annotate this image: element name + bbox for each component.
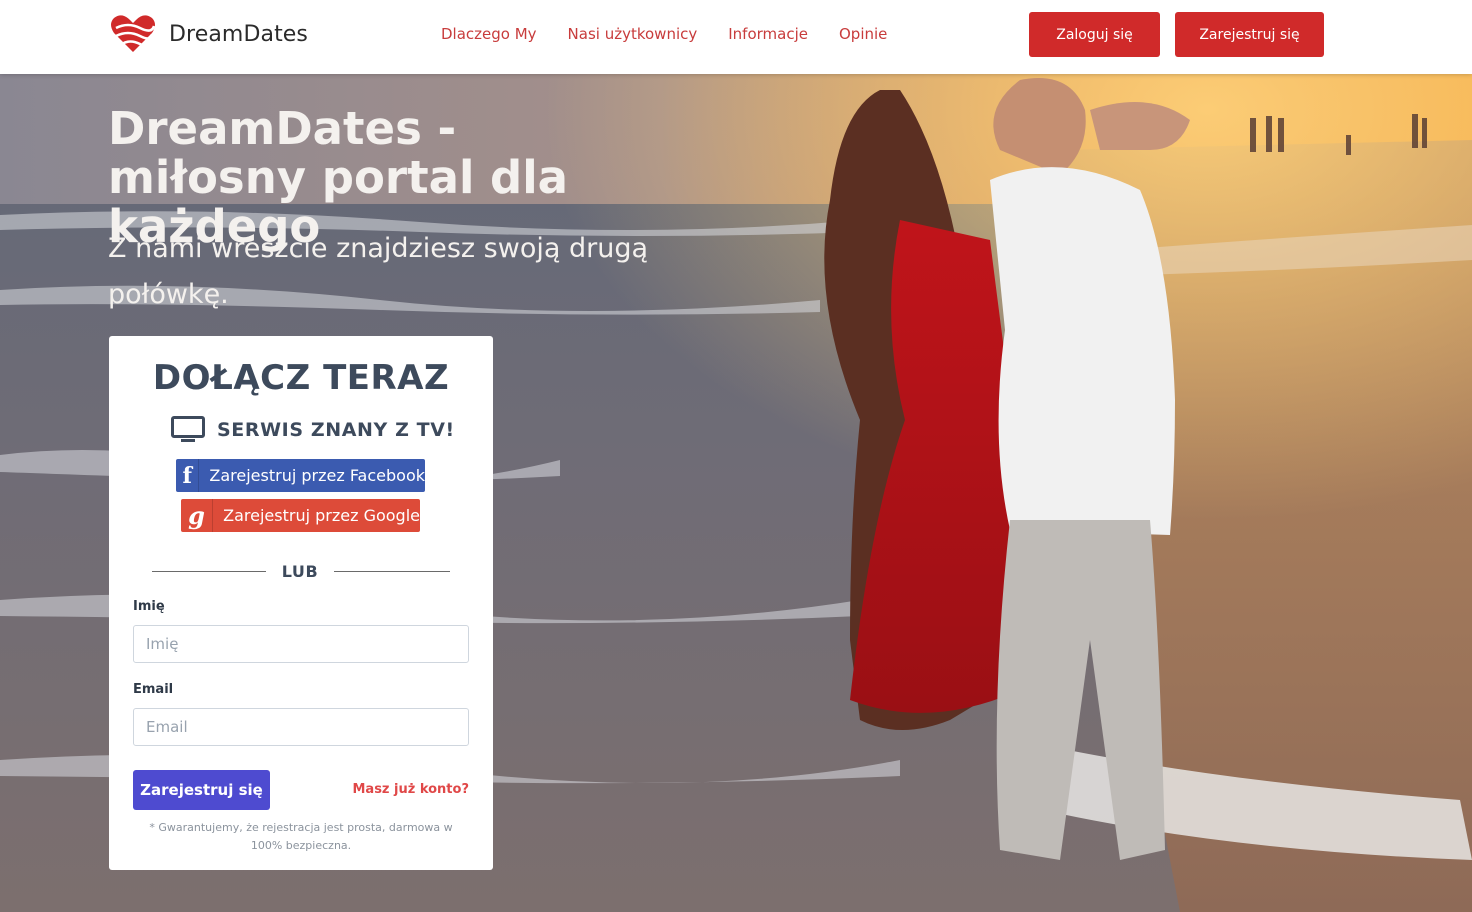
nav-link-our-users[interactable]: Nasi użytkownicy [568,25,698,43]
signup-title: DOŁĄCZ TERAZ [152,358,450,398]
have-account-link[interactable]: Masz już konto? [352,782,469,797]
google-icon: g [181,499,214,532]
nav-link-why-us[interactable]: Dlaczego My [441,25,537,43]
divider-line-right [334,571,450,572]
email-label: Email [133,682,174,697]
signup-card: DOŁĄCZ TERAZ SERWIS ZNANY Z TV! f Zareje… [109,336,493,870]
facebook-signup-label: Zarejestruj przez Facebook [209,466,425,485]
nav-link-information[interactable]: Informacje [728,25,808,43]
nav-link-reviews[interactable]: Opinie [839,25,887,43]
login-button[interactable]: Zaloguj się [1029,12,1160,57]
tv-badge: SERWIS ZNANY Z TV! [171,416,455,444]
register-button[interactable]: Zarejestruj się [1175,12,1324,57]
name-label: Imię [133,599,165,614]
or-label: LUB [281,562,319,581]
main-nav: Dlaczego My Nasi użytkownicy Informacje … [441,25,918,43]
brand-logo[interactable]: DreamDates [110,14,308,54]
google-signup-button[interactable]: g Zarejestruj przez Google [181,499,420,532]
tv-badge-label: SERWIS ZNANY Z TV! [217,419,455,441]
heart-logo-icon [111,15,156,52]
hero-subline: Z nami wreszcie znajdziesz swoją drugą p… [108,233,649,310]
facebook-icon: f [176,459,200,492]
top-navigation-bar: DreamDates Dlaczego My Nasi użytkownicy … [0,0,1472,74]
name-input[interactable] [133,625,469,663]
or-divider: LUB [152,562,450,581]
facebook-signup-button[interactable]: f Zarejestruj przez Facebook [176,459,425,492]
email-input[interactable] [133,708,469,746]
tv-icon [171,416,205,442]
divider-line-left [152,571,266,572]
brand-name: DreamDates [169,21,308,47]
signup-guarantee-note: * Gwarantujemy, że rejestracja jest pros… [149,821,453,852]
signup-submit-button[interactable]: Zarejestruj się [133,770,270,810]
google-signup-label: Zarejestruj przez Google [223,506,420,525]
